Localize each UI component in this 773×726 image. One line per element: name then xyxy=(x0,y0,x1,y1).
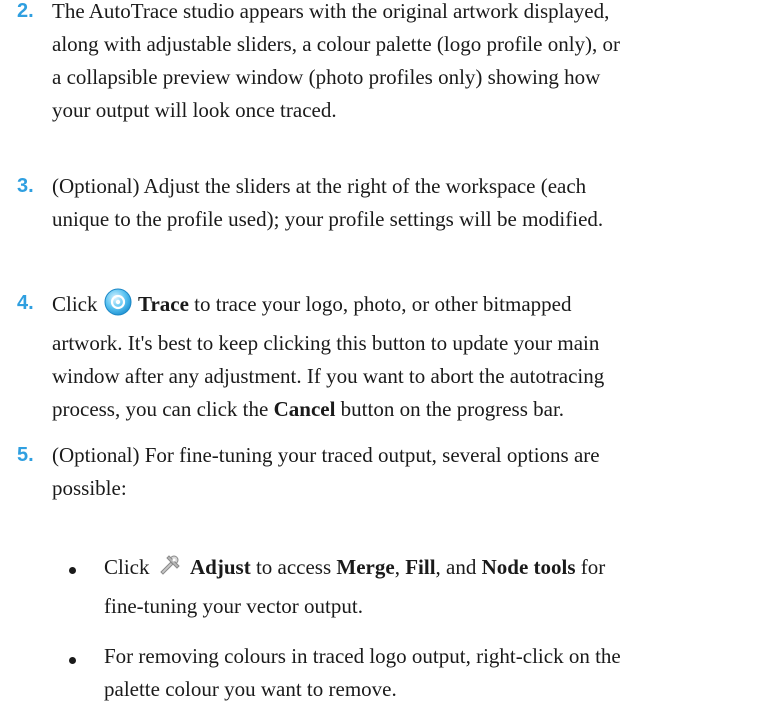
text-line: artwork. It's best to keep clicking this… xyxy=(52,331,600,355)
text-line: palette colour you want to remove. xyxy=(104,677,397,701)
step-text: The AutoTrace studio appears with the or… xyxy=(52,0,767,127)
text-line: possible: xyxy=(52,476,127,500)
step-number: 4. xyxy=(17,292,34,314)
text-line: The AutoTrace studio appears with the or… xyxy=(52,0,610,23)
text-line: For removing colours in traced logo outp… xyxy=(104,644,621,668)
trace-label: Trace xyxy=(138,292,189,316)
step-number: 2. xyxy=(17,0,34,22)
text-line: Click Trace to trace your logo, photo, o… xyxy=(52,287,767,327)
text-line: process, you can click the Cancel button… xyxy=(52,397,565,421)
text-line: (Optional) Adjust the sliders at the rig… xyxy=(52,174,587,198)
step-number: 5. xyxy=(17,444,34,466)
text-line: (Optional) For fine-tuning your traced o… xyxy=(52,443,600,467)
text-line: your output will look once traced. xyxy=(52,98,337,122)
trace-icon[interactable] xyxy=(103,287,133,327)
text-line: unique to the profile used); your profil… xyxy=(52,207,604,231)
step-text: Click Trace to trace your logo, photo, o… xyxy=(52,287,767,426)
fill-label: Fill xyxy=(405,555,436,579)
text-line: along with adjustable sliders, a colour … xyxy=(52,32,621,56)
instructions-document: 2. The AutoTrace studio appears with the… xyxy=(0,0,773,726)
adjust-wrench-icon[interactable] xyxy=(155,550,185,590)
adjust-label: Adjust xyxy=(190,555,251,579)
text-line: Click Adjust to access Merge, Fill, and … xyxy=(104,550,764,590)
text-line: fine-tuning your vector output. xyxy=(104,594,363,618)
merge-label: Merge xyxy=(336,555,395,579)
text-line: window after any adjustment. If you want… xyxy=(52,364,605,388)
step-text: (Optional) For fine-tuning your traced o… xyxy=(52,439,767,505)
bullet-dot xyxy=(69,567,76,574)
node-tools-label: Node tools xyxy=(481,555,576,579)
step-number: 3. xyxy=(17,175,34,197)
step-text: (Optional) Adjust the sliders at the rig… xyxy=(52,170,767,236)
cancel-label: Cancel xyxy=(273,397,336,421)
bullet-dot xyxy=(69,657,76,664)
text-line: a collapsible preview window (photo prof… xyxy=(52,65,601,89)
